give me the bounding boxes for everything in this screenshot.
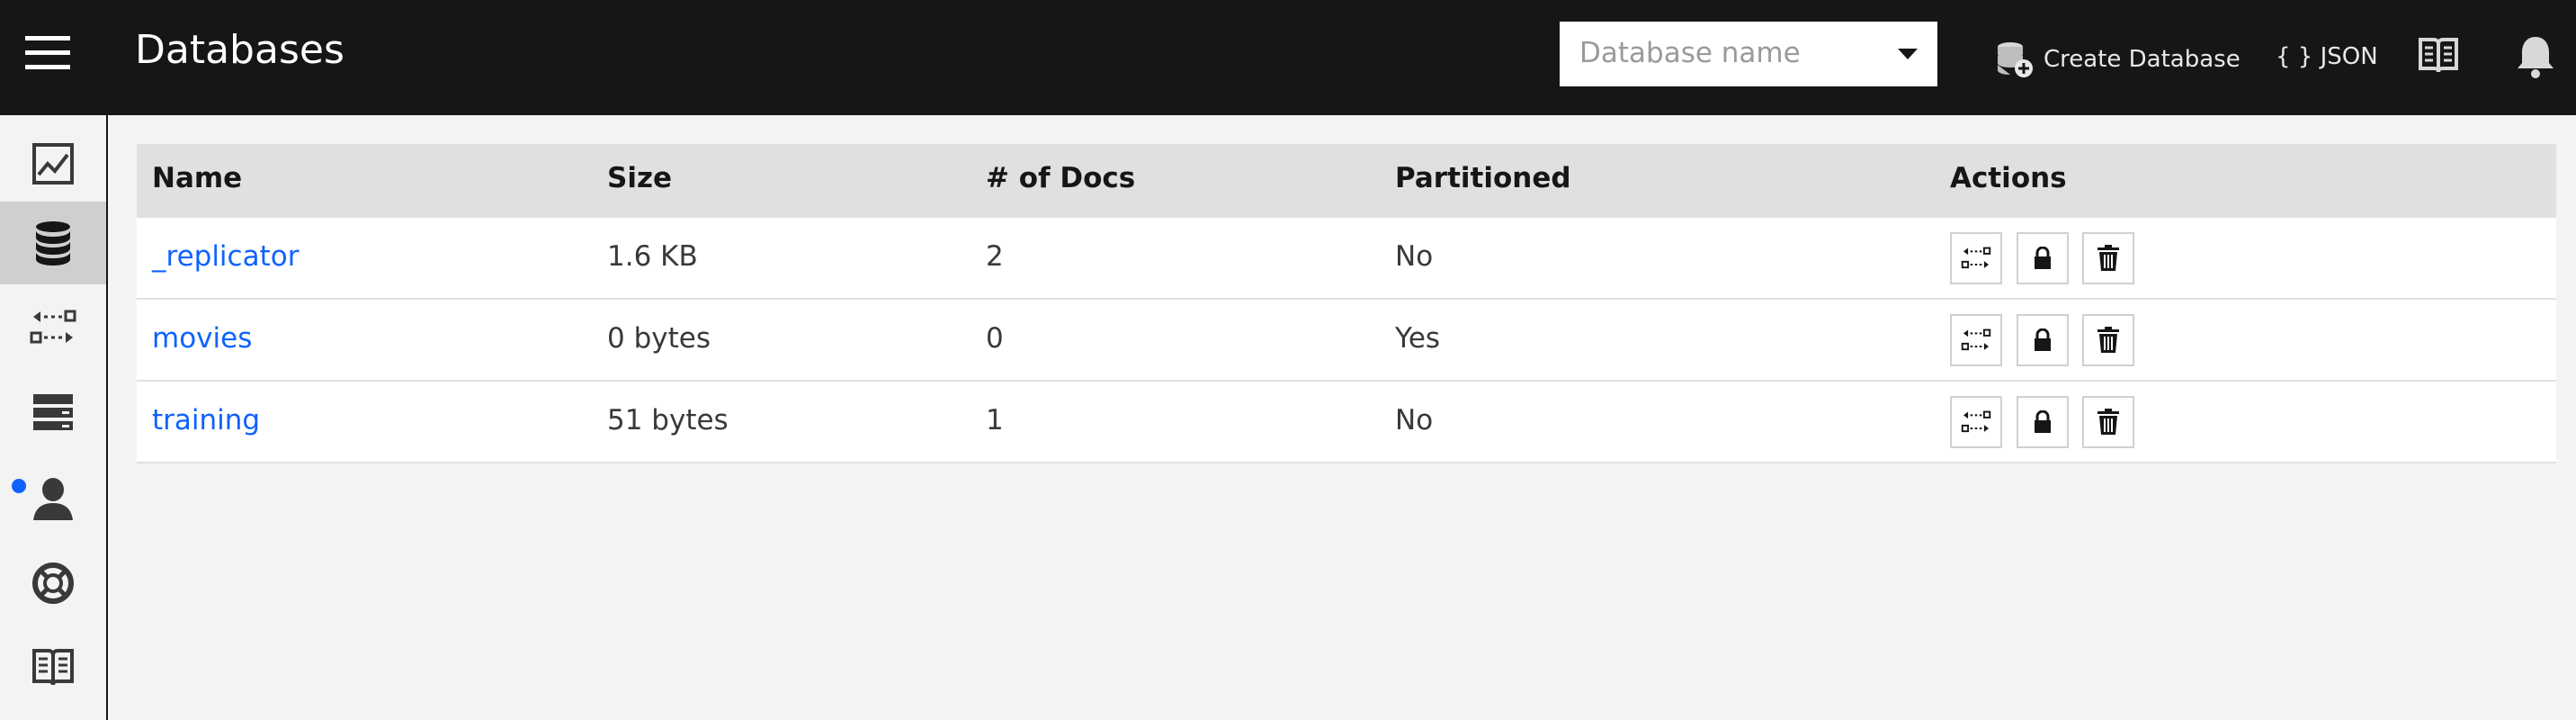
sidebar-item-active-tasks[interactable] bbox=[0, 371, 106, 454]
column-header-actions: Actions bbox=[1950, 162, 2067, 194]
database-doc-count: 0 bbox=[986, 322, 1004, 355]
replicate-button[interactable] bbox=[1950, 396, 2002, 448]
permissions-button[interactable] bbox=[2017, 314, 2069, 366]
delete-button[interactable] bbox=[2082, 232, 2134, 284]
page-title: Databases bbox=[135, 27, 344, 73]
database-add-icon bbox=[1998, 42, 2033, 77]
table-row: training 51 bytes 1 No bbox=[137, 382, 2556, 464]
database-name-placeholder: Database name bbox=[1579, 37, 1801, 69]
database-doc-count: 2 bbox=[986, 240, 1004, 273]
database-size: 51 bytes bbox=[607, 404, 729, 436]
notification-bell-icon[interactable] bbox=[2515, 34, 2556, 83]
database-partitioned: No bbox=[1395, 240, 1434, 273]
database-doc-count: 1 bbox=[986, 404, 1004, 436]
table-row: _replicator 1.6 KB 2 No bbox=[137, 218, 2556, 300]
json-label: { } JSON bbox=[2276, 43, 2378, 70]
sidebar-item-user[interactable] bbox=[0, 457, 106, 540]
lifebuoy-icon bbox=[32, 562, 74, 604]
trash-icon bbox=[2097, 409, 2119, 435]
sidebar-item-databases[interactable] bbox=[0, 202, 106, 284]
trash-icon bbox=[2097, 327, 2119, 353]
lock-icon bbox=[2035, 410, 2051, 433]
sidebar bbox=[0, 115, 108, 720]
column-header-partitioned: Partitioned bbox=[1395, 162, 1571, 194]
database-partitioned: Yes bbox=[1395, 322, 1441, 355]
create-database-label: Create Database bbox=[2044, 46, 2241, 73]
lock-icon bbox=[2035, 328, 2051, 351]
sidebar-item-activity[interactable] bbox=[0, 122, 106, 205]
trash-icon bbox=[2097, 245, 2119, 271]
table-row: movies 0 bytes 0 Yes bbox=[137, 300, 2556, 382]
permissions-button[interactable] bbox=[2017, 396, 2069, 448]
chevron-down-icon bbox=[1898, 49, 1918, 59]
database-name-link[interactable]: training bbox=[152, 404, 260, 436]
database-name-select[interactable]: Database name bbox=[1560, 22, 1937, 86]
user-icon bbox=[33, 478, 73, 520]
column-header-size: Size bbox=[607, 162, 673, 194]
sidebar-item-replication[interactable] bbox=[0, 286, 106, 369]
database-name-link[interactable]: _replicator bbox=[152, 240, 299, 273]
replicate-icon bbox=[1961, 328, 1991, 351]
database-icon bbox=[36, 221, 70, 266]
create-database-button[interactable]: Create Database bbox=[1995, 40, 2241, 79]
databases-table: Name Size # of Docs Partitioned Actions … bbox=[137, 144, 2556, 464]
column-header-name: Name bbox=[152, 162, 243, 194]
replicate-icon bbox=[1961, 410, 1991, 433]
delete-button[interactable] bbox=[2082, 396, 2134, 448]
book-icon bbox=[32, 649, 74, 686]
table-header: Name Size # of Docs Partitioned Actions bbox=[137, 144, 2556, 218]
chart-line-icon bbox=[32, 143, 74, 184]
replicate-button[interactable] bbox=[1950, 232, 2002, 284]
database-name-link[interactable]: movies bbox=[152, 322, 252, 355]
replicate-icon bbox=[30, 310, 76, 344]
json-button[interactable]: { } JSON bbox=[2276, 43, 2378, 70]
replicate-button[interactable] bbox=[1950, 314, 2002, 366]
delete-button[interactable] bbox=[2082, 314, 2134, 366]
database-size: 0 bytes bbox=[607, 322, 711, 355]
sidebar-item-documentation[interactable] bbox=[0, 626, 106, 709]
top-bar: Databases Database name Create Database … bbox=[0, 0, 2576, 115]
database-size: 1.6 KB bbox=[607, 240, 698, 273]
menu-icon[interactable] bbox=[25, 36, 77, 76]
database-partitioned: No bbox=[1395, 404, 1434, 436]
column-header-docs: # of Docs bbox=[986, 162, 1136, 194]
replicate-icon bbox=[1961, 247, 1991, 269]
permissions-button[interactable] bbox=[2017, 232, 2069, 284]
server-icon bbox=[33, 394, 73, 430]
documentation-book-icon[interactable] bbox=[2418, 36, 2459, 79]
lock-icon bbox=[2035, 247, 2051, 269]
sidebar-item-support[interactable] bbox=[0, 542, 106, 625]
